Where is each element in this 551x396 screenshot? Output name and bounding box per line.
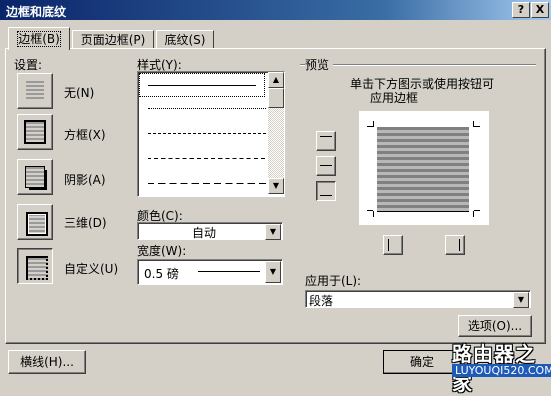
top-border-button[interactable] bbox=[316, 131, 336, 151]
close-button[interactable]: X bbox=[531, 2, 549, 18]
line-style-list[interactable]: ▲ ▼ bbox=[137, 71, 285, 197]
crop-mark bbox=[474, 126, 480, 127]
line-style-dashed[interactable] bbox=[148, 158, 266, 159]
apply-to-value: 段落 bbox=[309, 294, 334, 308]
setting-shadow-label[interactable]: 阴影(A) bbox=[64, 171, 106, 188]
crop-mark bbox=[373, 121, 374, 127]
crop-mark bbox=[367, 126, 373, 127]
width-value: 0.5 磅 bbox=[144, 267, 179, 281]
width-dropdown[interactable]: 0.5 磅 ▼ bbox=[137, 259, 283, 285]
setting-shadow-button[interactable] bbox=[17, 159, 53, 195]
top-border-icon bbox=[320, 136, 332, 137]
bottom-border-button[interactable] bbox=[316, 181, 336, 201]
tab-page-border[interactable]: 页面边框(P) bbox=[72, 30, 154, 49]
tab-shading-label: 底纹(S) bbox=[164, 33, 206, 47]
left-border-button[interactable] bbox=[383, 235, 403, 255]
color-dropdown[interactable]: 自动 ▼ bbox=[137, 222, 283, 240]
border-shadow-icon bbox=[25, 166, 45, 188]
scroll-thumb[interactable] bbox=[268, 88, 284, 108]
horizontal-line-button[interactable]: 横线(H)... bbox=[8, 350, 86, 374]
left-border-icon bbox=[388, 239, 389, 251]
crop-mark bbox=[373, 211, 374, 217]
setting-none-button[interactable] bbox=[17, 73, 53, 109]
tab-shading[interactable]: 底纹(S) bbox=[156, 30, 214, 49]
watermark: 路由器之家 LUYOUQI520.COM bbox=[448, 336, 551, 395]
preview-separator bbox=[300, 64, 536, 66]
right-border-button[interactable] bbox=[445, 235, 465, 255]
line-style-dash-dot[interactable] bbox=[148, 133, 266, 134]
width-label: 宽度(W): bbox=[137, 244, 187, 258]
list-item-selected[interactable] bbox=[139, 73, 265, 97]
right-border-icon bbox=[459, 239, 460, 251]
color-value: 自动 bbox=[192, 226, 217, 240]
chevron-down-icon[interactable]: ▼ bbox=[265, 224, 281, 240]
setting-none-label[interactable]: 无(N) bbox=[64, 84, 94, 101]
scroll-down-arrow-icon[interactable]: ▼ bbox=[268, 178, 284, 194]
crop-mark bbox=[367, 210, 373, 211]
chevron-down-icon[interactable]: ▼ bbox=[265, 261, 281, 283]
apply-to-label: 应用于(L): bbox=[305, 274, 362, 288]
bottom-border-icon bbox=[320, 195, 332, 196]
line-style-dotted[interactable] bbox=[148, 108, 266, 109]
scroll-up-arrow-icon[interactable]: ▲ bbox=[268, 72, 284, 88]
setting-3d-button[interactable] bbox=[17, 204, 53, 240]
line-style-long-dashed[interactable] bbox=[148, 183, 266, 184]
border-none-icon bbox=[26, 81, 44, 101]
tab-borders-label: 边框(B) bbox=[17, 31, 61, 47]
tab-borders[interactable]: 边框(B) bbox=[8, 27, 70, 50]
crop-mark bbox=[474, 210, 480, 211]
border-box-icon bbox=[24, 120, 46, 144]
setting-box-button[interactable] bbox=[17, 114, 53, 150]
style-list-scrollbar[interactable]: ▲ ▼ bbox=[268, 72, 284, 194]
setting-custom-button[interactable] bbox=[17, 248, 53, 284]
title-bar: 边框和底纹 ? X bbox=[0, 0, 551, 20]
inside-border-icon bbox=[320, 165, 332, 166]
inside-border-button[interactable] bbox=[316, 156, 336, 176]
width-line-sample bbox=[198, 271, 260, 272]
chevron-down-icon[interactable]: ▼ bbox=[513, 292, 529, 308]
apply-to-dropdown[interactable]: 段落 ▼ bbox=[305, 290, 531, 308]
help-button[interactable]: ? bbox=[512, 2, 530, 18]
window-title: 边框和底纹 bbox=[6, 5, 67, 19]
line-style-solid bbox=[148, 85, 256, 86]
setting-box-label[interactable]: 方框(X) bbox=[64, 126, 106, 143]
watermark-url: LUYOUQI520.COM bbox=[452, 364, 551, 377]
preview-document bbox=[377, 127, 469, 212]
border-custom-icon bbox=[26, 256, 48, 280]
tab-page-border-label: 页面边框(P) bbox=[80, 33, 146, 47]
settings-heading: 设置: bbox=[14, 58, 43, 72]
preview-heading: 预览 bbox=[305, 56, 334, 73]
border-3d-icon bbox=[26, 212, 48, 236]
preview-instructions-line2: 应用边框 bbox=[370, 91, 419, 105]
preview-canvas[interactable] bbox=[359, 111, 489, 225]
crop-mark bbox=[473, 211, 474, 217]
setting-3d-label[interactable]: 三维(D) bbox=[64, 214, 107, 231]
setting-custom-label[interactable]: 自定义(U) bbox=[64, 260, 118, 277]
options-button[interactable]: 选项(O)... bbox=[458, 315, 532, 337]
